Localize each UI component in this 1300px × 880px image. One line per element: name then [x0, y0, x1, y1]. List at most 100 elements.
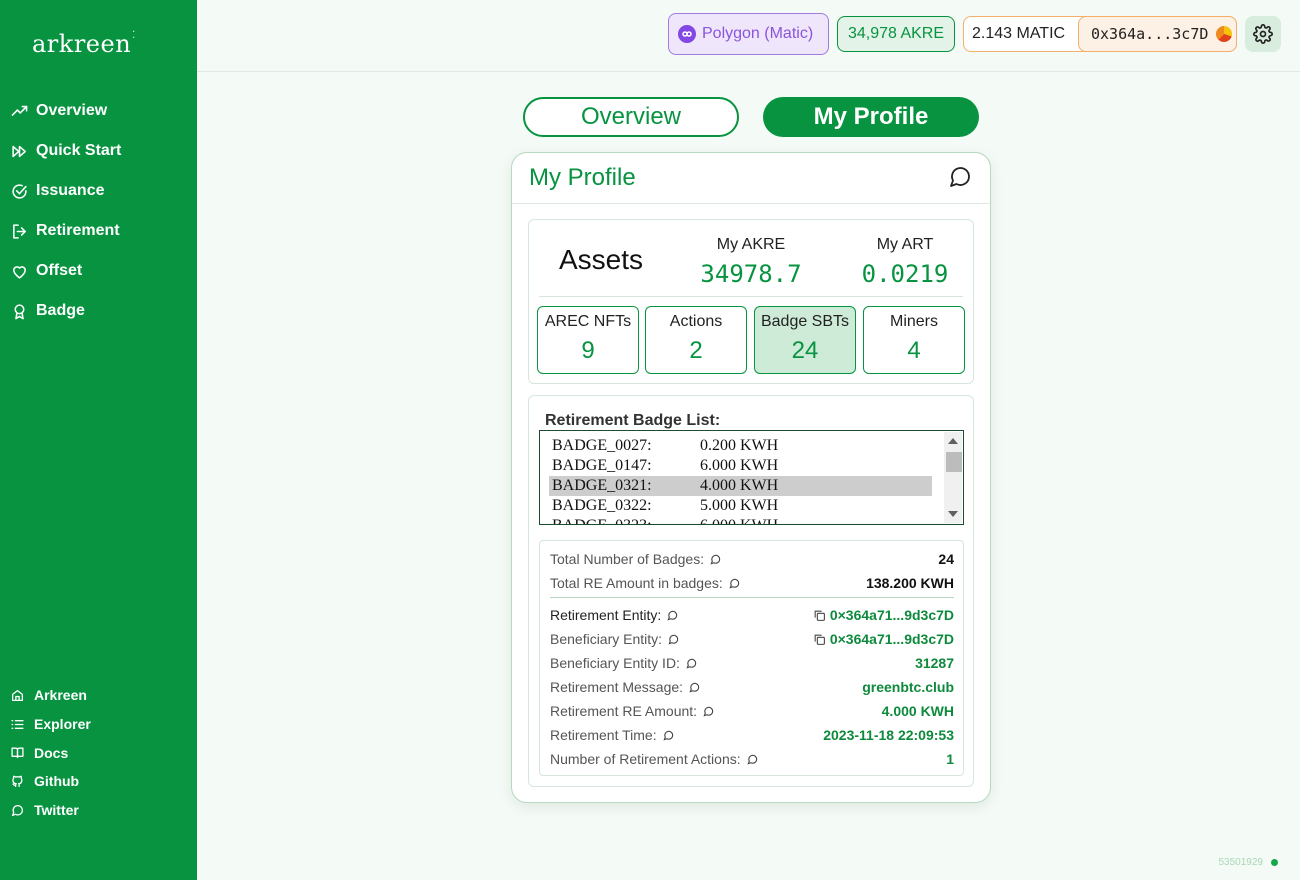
- footer-link-github[interactable]: Github: [10, 767, 91, 796]
- live-status-dot-icon: [1271, 859, 1278, 866]
- tile-actions[interactable]: Actions 2: [645, 306, 747, 374]
- detail-label: Retirement Time:: [550, 727, 674, 743]
- my-akre-label: My AKRE: [716, 236, 786, 253]
- detail-retirement-message: Retirement Message: greenbtc.club: [550, 677, 954, 697]
- wallet-address-label: 0x364a...3c7D: [1091, 25, 1209, 43]
- tile-miners[interactable]: Miners 4: [863, 306, 965, 374]
- badge-list-item[interactable]: BADGE_0147: 6.000 KWH: [549, 456, 932, 476]
- my-art-value: 0.0219: [861, 260, 949, 288]
- book-icon: [10, 746, 24, 760]
- badge-list-item[interactable]: BADGE_0027: 0.200 KWH: [549, 436, 932, 456]
- tile-arec-nfts[interactable]: AREC NFTs 9: [537, 306, 639, 374]
- help-chat-icon[interactable]: [948, 165, 972, 189]
- sidebar-item-quick-start[interactable]: Quick Start: [10, 131, 121, 171]
- sidebar-item-label: Issuance: [36, 182, 105, 199]
- sidebar-item-issuance[interactable]: Issuance: [10, 171, 121, 211]
- block-number: 53501929: [1218, 857, 1264, 868]
- tile-label: Badge SBTs: [760, 313, 850, 330]
- detail-beneficiary-id: Beneficiary Entity ID: 31287: [550, 653, 954, 673]
- info-chat-icon[interactable]: [747, 754, 758, 765]
- info-chat-icon[interactable]: [689, 682, 700, 693]
- github-icon: [10, 774, 24, 788]
- copy-icon[interactable]: [813, 633, 826, 646]
- detail-total-badges: Total Number of Badges: 24: [550, 549, 954, 569]
- arkreen-logo[interactable]: arkreen⁚: [32, 30, 136, 58]
- copy-icon[interactable]: [813, 609, 826, 622]
- network-label: Polygon (Matic): [702, 25, 814, 42]
- badge-name: BADGE_0323:: [552, 516, 652, 524]
- badge-amount: 0.200 KWH: [700, 437, 779, 454]
- footer-link-label: Docs: [34, 744, 69, 761]
- detail-value: 2023-11-18 22:09:53: [823, 727, 954, 743]
- detail-label: Beneficiary Entity:: [550, 631, 679, 647]
- info-chat-icon[interactable]: [686, 658, 697, 669]
- badge-amount: 4.000 KWH: [700, 477, 779, 494]
- info-chat-icon[interactable]: [663, 730, 674, 741]
- matic-balance: 2.143 MATIC: [972, 25, 1066, 42]
- sidebar-item-badge[interactable]: Badge: [10, 291, 121, 331]
- akre-balance[interactable]: 34,978 AKRE: [837, 16, 955, 52]
- detail-retirement-amount: Retirement RE Amount: 4.000 KWH: [550, 701, 954, 721]
- footer-link-twitter[interactable]: Twitter: [10, 796, 91, 825]
- badge-amount: 6.000 KWH: [700, 516, 778, 524]
- sidebar-item-label: Quick Start: [36, 142, 122, 159]
- footer-link-docs[interactable]: Docs: [10, 738, 91, 767]
- block-number-status[interactable]: 53501929: [1218, 857, 1278, 868]
- badge-list-item[interactable]: BADGE_0323: 6.000 KWH: [549, 516, 932, 524]
- detail-value: 24: [938, 551, 954, 567]
- heart-icon: [10, 262, 28, 280]
- card-title: My Profile: [529, 164, 636, 191]
- info-chat-icon[interactable]: [703, 706, 714, 717]
- tab-overview[interactable]: Overview: [523, 97, 739, 137]
- award-icon: [10, 302, 28, 320]
- info-chat-icon[interactable]: [710, 554, 721, 565]
- detail-beneficiary-entity: Beneficiary Entity: 0×364a71...9d3c7D: [550, 629, 954, 649]
- footer-link-explorer[interactable]: Explorer: [10, 710, 91, 739]
- badge-name: BADGE_0027:: [552, 437, 652, 454]
- listbox-scrollbar[interactable]: [944, 432, 962, 523]
- message-icon: [10, 803, 24, 817]
- sidebar-item-label: Overview: [36, 102, 108, 119]
- info-chat-icon[interactable]: [668, 634, 679, 645]
- detail-value[interactable]: 0×364a71...9d3c7D: [813, 631, 954, 647]
- sidebar-item-overview[interactable]: Overview: [10, 91, 121, 131]
- sidebar-nav: Overview Quick Start Issuance Retirement…: [10, 91, 121, 331]
- info-chat-icon[interactable]: [667, 610, 678, 621]
- wallet-address[interactable]: 0x364a...3c7D: [1078, 16, 1237, 52]
- badge-name: BADGE_0321:: [552, 477, 652, 494]
- footer-link-label: Explorer: [34, 716, 91, 733]
- footer-link-label: Github: [34, 773, 80, 790]
- footer-link-arkreen[interactable]: Arkreen: [10, 681, 91, 710]
- badge-list-title: Retirement Badge List:: [545, 412, 721, 429]
- detail-total-re: Total RE Amount in badges: 138.200 KWH: [550, 573, 954, 593]
- profile-card: My Profile Assets My AKRE 34978.7 My ART…: [511, 152, 991, 803]
- sidebar-item-retirement[interactable]: Retirement: [10, 211, 121, 251]
- badge-listbox[interactable]: BADGE_0027: 0.200 KWH BADGE_0147: 6.000 …: [539, 430, 964, 525]
- tab-my-profile[interactable]: My Profile: [763, 97, 979, 137]
- detail-label: Number of Retirement Actions:: [550, 751, 758, 767]
- network-selector[interactable]: Polygon (Matic): [668, 13, 829, 55]
- wallet-button[interactable]: 2.143 MATIC 0x364a...3c7D: [963, 16, 1237, 52]
- badge-name: BADGE_0147:: [552, 457, 652, 474]
- trending-up-icon: [10, 102, 28, 120]
- badge-amount: 6.000 KWH: [700, 457, 779, 474]
- scroll-thumb[interactable]: [946, 452, 962, 472]
- assets-panel: Assets My AKRE 34978.7 My ART 0.0219 ARE…: [528, 219, 974, 384]
- tile-label: AREC NFTs: [544, 313, 632, 330]
- badge-list-item[interactable]: BADGE_0322: 5.000 KWH: [549, 496, 932, 516]
- detail-retirement-actions: Number of Retirement Actions: 1: [550, 749, 954, 769]
- settings-button[interactable]: [1245, 16, 1281, 52]
- tile-badge-sbts[interactable]: Badge SBTs 24: [754, 306, 856, 374]
- detail-label: Total RE Amount in badges:: [550, 575, 740, 591]
- sidebar-item-offset[interactable]: Offset: [10, 251, 121, 291]
- detail-value[interactable]: 0×364a71...9d3c7D: [813, 607, 954, 623]
- assets-divider: [539, 296, 963, 297]
- my-akre-stat: My AKRE 34978.7: [695, 236, 807, 288]
- my-art-label: My ART: [876, 236, 934, 253]
- scroll-down-arrow-icon[interactable]: [948, 511, 958, 517]
- scroll-up-arrow-icon[interactable]: [948, 438, 958, 444]
- badge-list-item-selected[interactable]: BADGE_0321: 4.000 KWH: [549, 476, 932, 496]
- info-chat-icon[interactable]: [729, 578, 740, 589]
- fast-forward-icon: [10, 142, 28, 160]
- detail-label: Retirement Entity:: [550, 607, 678, 623]
